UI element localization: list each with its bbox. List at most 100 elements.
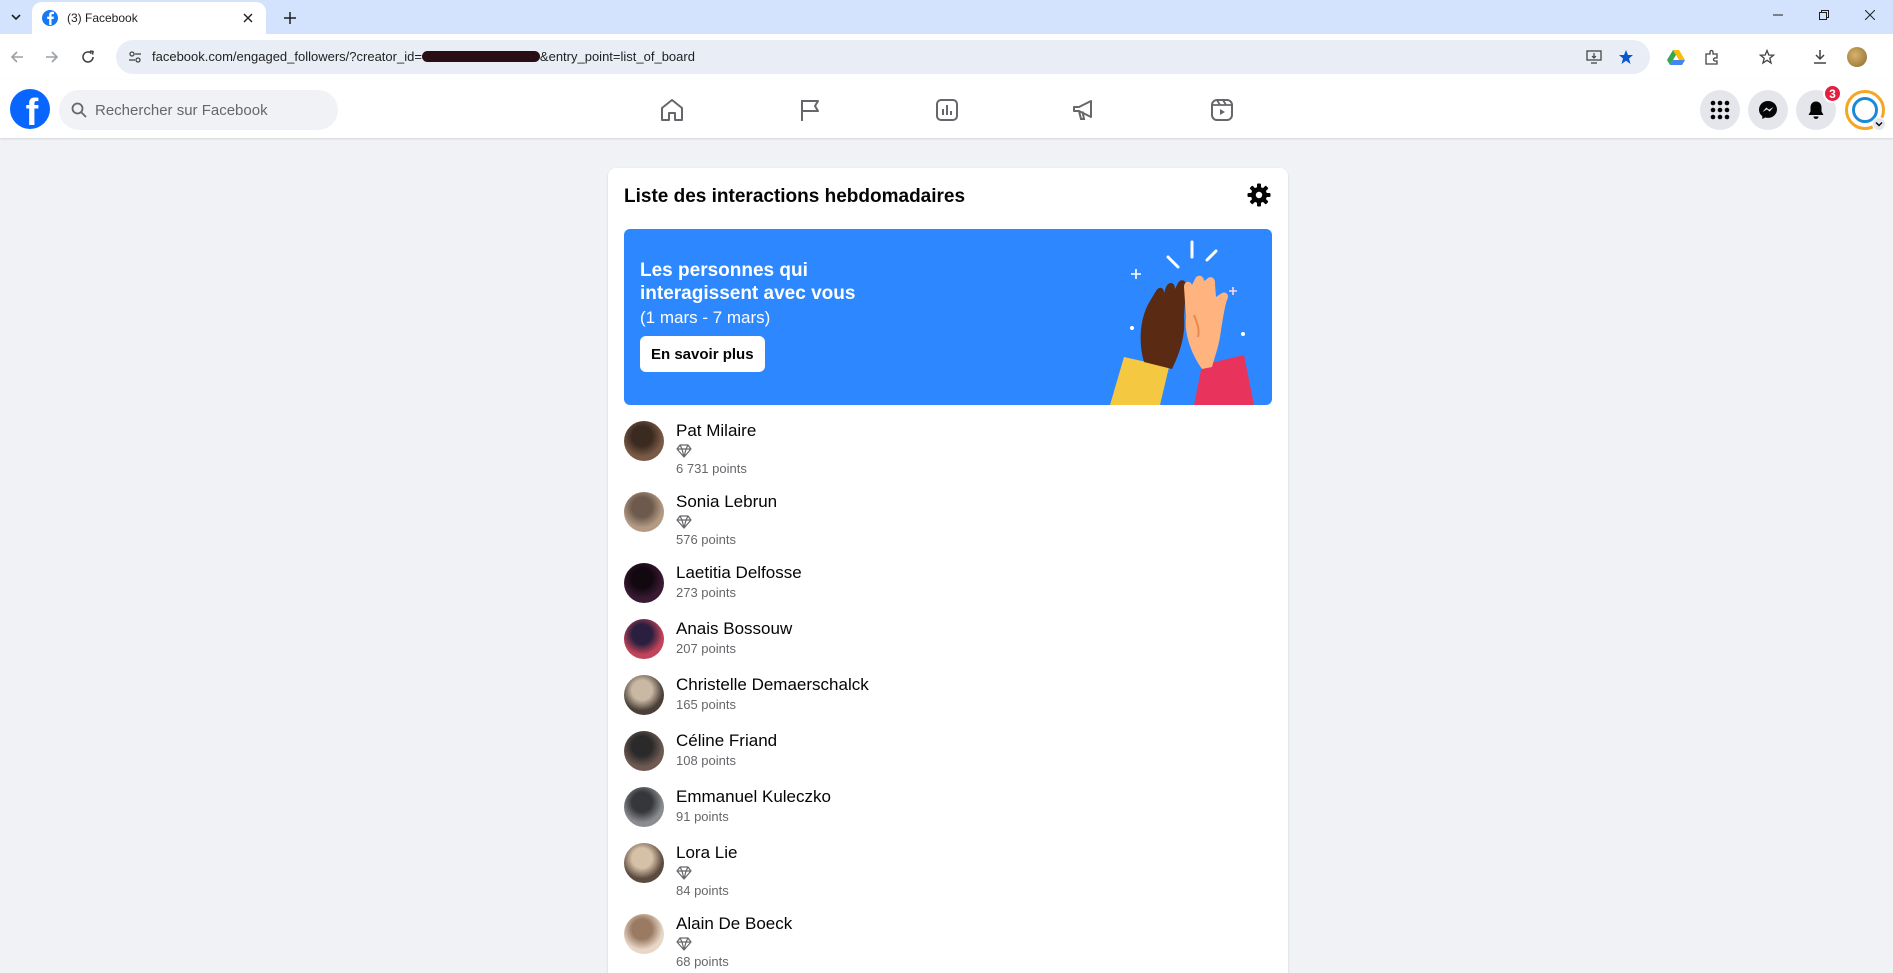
follower-name[interactable]: Laetitia Delfosse [676, 563, 802, 583]
follower-info: Pat Milaire 6 731 points [676, 421, 756, 477]
follower-row[interactable]: Céline Friand 108 points [624, 731, 1272, 787]
tab-close-icon[interactable] [240, 10, 256, 26]
follower-row[interactable]: Alain De Boeck 68 points [624, 914, 1272, 973]
home-icon [661, 99, 683, 121]
browser-profile-avatar[interactable] [1845, 45, 1869, 69]
new-tab-button[interactable] [278, 6, 302, 30]
install-app-icon[interactable] [1584, 47, 1604, 67]
nav-home[interactable] [650, 88, 694, 132]
weekly-interactions-card: Liste des interactions hebdomadaires Les… [608, 168, 1288, 973]
redacted-id [421, 51, 540, 62]
follower-row[interactable]: Christelle Demaerschalck 165 points [624, 675, 1272, 731]
url-text: facebook.com/engaged_followers/?creator_… [152, 49, 695, 64]
downloads-icon[interactable] [1808, 45, 1832, 69]
notification-badge: 3 [1823, 84, 1842, 103]
facebook-header: f 3 [0, 80, 1893, 138]
follower-name[interactable]: Christelle Demaerschalck [676, 675, 869, 695]
chevron-down-icon [1872, 117, 1886, 131]
facebook-search[interactable] [59, 90, 338, 130]
chevron-down-icon [11, 14, 21, 21]
follower-points: 207 points [676, 641, 736, 656]
follower-info: Emmanuel Kuleczko 91 points [676, 787, 831, 825]
top-fan-diamond-icon [676, 936, 792, 952]
card-title: Liste des interactions hebdomadaires [624, 186, 966, 207]
follower-points: 6 731 points [676, 461, 747, 476]
close-window-button[interactable] [1847, 0, 1893, 30]
bookmark-star-icon[interactable] [1616, 47, 1636, 67]
settings-button[interactable] [1246, 182, 1272, 208]
follower-avatar[interactable] [624, 731, 664, 771]
follower-avatar[interactable] [624, 563, 664, 603]
follower-row[interactable]: Laetitia Delfosse 273 points [624, 563, 1272, 619]
extensions-icon[interactable] [1700, 45, 1724, 69]
messenger-button[interactable] [1748, 90, 1788, 130]
high-five-illustration [1110, 240, 1254, 405]
nav-ads[interactable] [1062, 88, 1106, 132]
nav-pages[interactable] [788, 88, 832, 132]
top-fan-diamond-icon [676, 443, 756, 459]
tab-search-button[interactable] [5, 6, 27, 28]
follower-name[interactable]: Emmanuel Kuleczko [676, 787, 831, 807]
grid-menu-icon [1710, 100, 1730, 120]
follower-name[interactable]: Pat Milaire [676, 421, 756, 441]
top-fan-diamond-icon [676, 514, 777, 530]
follower-avatar[interactable] [624, 619, 664, 659]
follower-points: 91 points [676, 809, 729, 824]
flag-icon [801, 100, 819, 121]
back-button[interactable] [5, 45, 29, 69]
account-avatar[interactable] [1845, 90, 1886, 131]
follower-name[interactable]: Sonia Lebrun [676, 492, 777, 512]
follower-name[interactable]: Lora Lie [676, 843, 737, 863]
follower-info: Céline Friand 108 points [676, 731, 777, 769]
follower-row[interactable]: Anais Bossouw 207 points [624, 619, 1272, 675]
follower-avatar[interactable] [624, 914, 664, 954]
top-fan-diamond-icon [676, 865, 737, 881]
follower-name[interactable]: Anais Bossouw [676, 619, 792, 639]
learn-more-button[interactable]: En savoir plus [640, 336, 765, 372]
address-bar[interactable]: facebook.com/engaged_followers/?creator_… [116, 40, 1650, 74]
follower-avatar[interactable] [624, 492, 664, 532]
reload-button[interactable] [76, 45, 100, 69]
follower-name[interactable]: Céline Friand [676, 731, 777, 751]
follower-info: Anais Bossouw 207 points [676, 619, 792, 657]
tab-title: (3) Facebook [67, 11, 138, 25]
restore-button[interactable] [1801, 0, 1847, 30]
follower-row[interactable]: Pat Milaire 6 731 points [624, 421, 1272, 492]
follower-points: 108 points [676, 753, 736, 768]
search-input[interactable] [95, 101, 315, 119]
minimize-button[interactable] [1755, 0, 1801, 30]
facebook-favicon-icon [42, 10, 58, 26]
follower-info: Laetitia Delfosse 273 points [676, 563, 802, 601]
arrow-right-icon [46, 51, 59, 63]
plus-icon [284, 12, 296, 24]
follower-row[interactable]: Lora Lie 84 points [624, 843, 1272, 914]
menu-button[interactable] [1700, 90, 1740, 130]
browser-tab-bar: (3) Facebook [0, 0, 1893, 34]
follower-row[interactable]: Sonia Lebrun 576 points [624, 492, 1272, 563]
banner-title: Les personnes qui interagissent avec vou… [640, 260, 856, 304]
browser-tab[interactable]: (3) Facebook [32, 2, 266, 34]
site-settings-icon[interactable] [126, 48, 144, 66]
chart-icon [936, 99, 958, 121]
interactions-banner: Les personnes qui interagissent avec vou… [624, 229, 1272, 405]
facebook-logo[interactable]: f [10, 89, 50, 129]
google-drive-icon[interactable] [1664, 45, 1688, 69]
follower-points: 576 points [676, 532, 736, 547]
nav-insights[interactable] [925, 88, 969, 132]
video-icon [1211, 99, 1233, 121]
browser-toolbar: facebook.com/engaged_followers/?creator_… [0, 34, 1893, 80]
follower-avatar[interactable] [624, 421, 664, 461]
follower-points: 84 points [676, 883, 729, 898]
follower-avatar[interactable] [624, 675, 664, 715]
bookmarks-icon[interactable] [1755, 45, 1779, 69]
reload-icon [82, 50, 94, 63]
follower-info: Alain De Boeck 68 points [676, 914, 792, 970]
gear-icon [1247, 183, 1271, 207]
follower-avatar[interactable] [624, 787, 664, 827]
follower-name[interactable]: Alain De Boeck [676, 914, 792, 934]
follower-avatar[interactable] [624, 843, 664, 883]
forward-button[interactable] [40, 45, 64, 69]
notifications-button[interactable]: 3 [1796, 84, 1842, 130]
follower-row[interactable]: Emmanuel Kuleczko 91 points [624, 787, 1272, 843]
nav-reels[interactable] [1200, 88, 1244, 132]
